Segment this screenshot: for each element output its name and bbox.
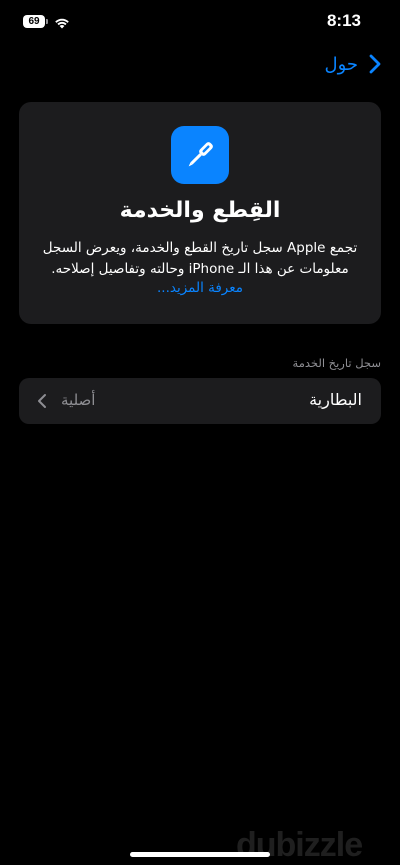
back-button[interactable]: حول bbox=[324, 52, 386, 76]
parts-service-card: القِطع والخدمة تجمع Apple سجل تاريخ القط… bbox=[19, 102, 381, 324]
screwdriver-icon bbox=[171, 126, 229, 184]
wifi-icon bbox=[54, 14, 70, 33]
battery-row[interactable]: البطارية أصلية bbox=[19, 378, 381, 424]
chevron-left-icon bbox=[37, 393, 47, 409]
chevron-right-icon bbox=[364, 52, 386, 76]
battery-indicator: 69 bbox=[23, 14, 48, 28]
battery-row-value: أصلية bbox=[61, 391, 96, 409]
battery-row-label: البطارية bbox=[309, 390, 362, 409]
learn-more-link[interactable]: معرفة المزيد... bbox=[19, 280, 381, 296]
status-bar: 69 8:13 bbox=[0, 0, 400, 40]
home-indicator[interactable] bbox=[130, 852, 270, 857]
back-button-label: حول bbox=[324, 53, 358, 75]
battery-cap bbox=[46, 18, 48, 24]
card-description: تجمع Apple سجل تاريخ القطع والخدمة، ويعر… bbox=[42, 240, 358, 277]
battery-level: 69 bbox=[23, 14, 45, 28]
watermark-logo: dubizzle bbox=[236, 826, 363, 864]
service-history-header: سجل تاريخ الخدمة bbox=[292, 356, 381, 370]
status-time: 8:13 bbox=[326, 11, 361, 30]
card-title: القِطع والخدمة bbox=[119, 198, 281, 223]
